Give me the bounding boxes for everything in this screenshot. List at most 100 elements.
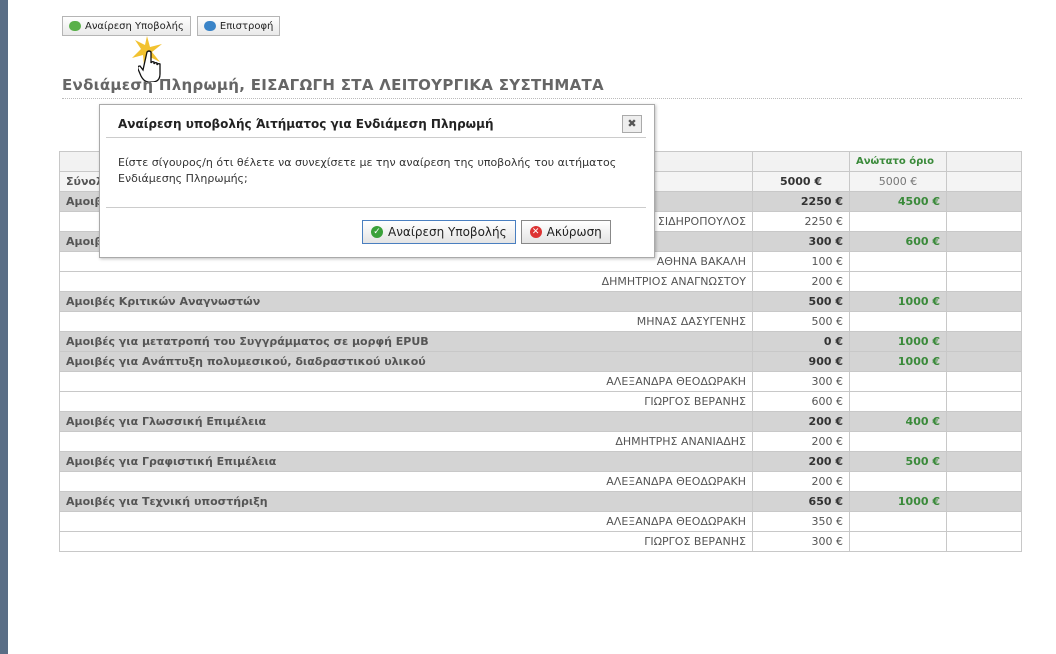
amount-cell: 2250 € (752, 191, 850, 212)
category-row: Αμοιβές Κριτικών Αναγνωστών 500 €1000 € (59, 291, 1022, 312)
amount-cell: 600 € (752, 391, 850, 412)
empty-cell (946, 471, 1022, 492)
person-name: ΑΛΕΞΑΝΔΡΑ ΘΕΟΔΩΡΑΚΗ (59, 511, 753, 532)
empty-cell (946, 391, 1022, 412)
empty-cell (946, 411, 1022, 432)
check-icon: ✓ (371, 226, 383, 238)
empty-cell (946, 431, 1022, 452)
limit-cell: 1000 € (849, 351, 947, 372)
amount-cell: 650 € (752, 491, 850, 512)
empty-cell (946, 211, 1022, 232)
category-label: Αμοιβές για Ανάπτυξη πολυμεσικού, διαδρα… (59, 351, 753, 372)
person-row: ΔΗΜΗΤΡΗΣ ΑΝΑΝΙΑΔΗΣ 200 € (59, 431, 1022, 452)
amount-cell: 900 € (752, 351, 850, 372)
confirm-withdraw-label: Αναίρεση Υποβολής (388, 225, 507, 239)
category-label: Αμοιβές για Τεχνική υποστήριξη (59, 491, 753, 512)
category-row: Αμοιβές για Γραφιστική Επιμέλεια 200 €500… (59, 451, 1022, 472)
person-row: ΔΗΜΗΤΡΙΟΣ ΑΝΑΓΝΩΣΤΟΥ 200 € (59, 271, 1022, 292)
person-name: ΔΗΜΗΤΡΙΟΣ ΑΝΑΓΝΩΣΤΟΥ (59, 271, 753, 292)
cancel-label: Ακύρωση (546, 225, 602, 239)
left-edge-bar (0, 0, 8, 654)
limit-cell (849, 531, 947, 552)
withdraw-submission-label: Αναίρεση Υποβολής (85, 20, 184, 32)
confirm-withdraw-button[interactable]: ✓ Αναίρεση Υποβολής (362, 220, 516, 244)
person-row: ΑΛΕΞΑΝΔΡΑ ΘΕΟΔΩΡΑΚΗ 300 € (59, 371, 1022, 392)
limit-cell (849, 211, 947, 232)
category-label: Αμοιβές Κριτικών Αναγνωστών (59, 291, 753, 312)
limit-cell: 400 € (849, 411, 947, 432)
total-limit: 5000 € (849, 171, 947, 192)
amount-cell: 200 € (752, 271, 850, 292)
person-row: ΑΛΕΞΑΝΔΡΑ ΘΕΟΔΩΡΑΚΗ 350 € (59, 511, 1022, 532)
limit-cell: 600 € (849, 231, 947, 252)
amount-cell: 200 € (752, 411, 850, 432)
amount-cell: 200 € (752, 451, 850, 472)
amount-cell: 500 € (752, 291, 850, 312)
empty-cell (946, 271, 1022, 292)
amount-cell: 2250 € (752, 211, 850, 232)
category-row: Αμοιβές για Τεχνική υποστήριξη 650 €1000 … (59, 491, 1022, 512)
limit-cell: 1000 € (849, 331, 947, 352)
category-label: Αμοιβές για Γραφιστική Επιμέλεια (59, 451, 753, 472)
category-row: Αμοιβές για Ανάπτυξη πολυμεσικού, διαδρα… (59, 351, 1022, 372)
person-row: ΓΙΩΡΓΟΣ ΒΕΡΑΝΗΣ 600 € (59, 391, 1022, 412)
limit-cell: 4500 € (849, 191, 947, 212)
limit-cell (849, 471, 947, 492)
empty-cell (946, 531, 1022, 552)
cancel-icon: ✕ (529, 226, 542, 238)
person-name: ΜΗΝΑΣ ΔΑΣΥΓΕΝΗΣ (59, 311, 753, 332)
limit-cell: 1000 € (849, 491, 947, 512)
limit-cell (849, 511, 947, 532)
category-row: Αμοιβές για μετατροπή του Συγγράμματος σ… (59, 331, 1022, 352)
amount-cell: 350 € (752, 511, 850, 532)
empty-cell (946, 351, 1022, 372)
empty-cell (946, 311, 1022, 332)
person-name: ΑΛΕΞΑΝΔΡΑ ΘΕΟΔΩΡΑΚΗ (59, 471, 753, 492)
person-row: ΜΗΝΑΣ ΔΑΣΥΓΕΝΗΣ 500 € (59, 311, 1022, 332)
amount-cell: 300 € (752, 531, 850, 552)
person-name: ΔΗΜΗΤΡΗΣ ΑΝΑΝΙΑΔΗΣ (59, 431, 753, 452)
withdraw-submission-button[interactable]: Αναίρεση Υποβολής (62, 16, 191, 36)
amount-cell: 300 € (752, 231, 850, 252)
back-button[interactable]: Επιστροφή (196, 16, 281, 36)
empty-cell (946, 231, 1022, 252)
person-name: ΓΙΩΡΓΟΣ ΒΕΡΑΝΗΣ (59, 391, 753, 412)
dialog-buttons: ✓ Αναίρεση Υποβολής ✕ Ακύρωση (362, 220, 611, 244)
limit-cell: 1000 € (849, 291, 947, 312)
amount-cell: 200 € (752, 431, 850, 452)
empty-cell (946, 291, 1022, 312)
undo-arrow-icon (69, 21, 81, 31)
person-row: ΑΛΕΞΑΝΔΡΑ ΘΕΟΔΩΡΑΚΗ 200 € (59, 471, 1022, 492)
category-row: Αμοιβές για Γλωσσική Επιμέλεια 200 €400 € (59, 411, 1022, 432)
amount-cell: 100 € (752, 251, 850, 272)
confirm-dialog: Αναίρεση υποβολής Άιτήματος για Ενδιάμεσ… (99, 104, 655, 258)
dialog-title: Αναίρεση υποβολής Άιτήματος για Ενδιάμεσ… (118, 117, 494, 131)
limit-cell (849, 251, 947, 272)
cancel-button[interactable]: ✕ Ακύρωση (520, 220, 611, 244)
header-limit: Ανώτατο όριο (849, 151, 947, 172)
person-name: ΑΛΕΞΑΝΔΡΑ ΘΕΟΔΩΡΑΚΗ (59, 371, 753, 392)
empty-cell (946, 191, 1022, 212)
close-icon[interactable]: ✖ (622, 115, 642, 133)
page-title: Ενδιάμεση Πληρωμή, ΕΙΣΑΓΩΓΗ ΣΤΑ ΛΕΙΤΟΥΡΓ… (62, 76, 604, 94)
category-label: Αμοιβές για μετατροπή του Συγγράμματος σ… (59, 331, 753, 352)
amount-cell: 300 € (752, 371, 850, 392)
empty-cell (946, 331, 1022, 352)
limit-cell (849, 431, 947, 452)
limit-cell (849, 371, 947, 392)
dialog-message: Είστε σίγουρος/η ότι θέλετε να συνεχίσετ… (118, 156, 617, 185)
limit-cell (849, 391, 947, 412)
dialog-divider (106, 207, 646, 208)
limit-cell (849, 311, 947, 332)
amount-cell: 500 € (752, 311, 850, 332)
total-amount: 5000 € (752, 171, 850, 192)
dialog-header: Αναίρεση υποβολής Άιτήματος για Ενδιάμεσ… (106, 109, 646, 138)
toolbar: Αναίρεση Υποβολής Επιστροφή (62, 16, 281, 36)
limit-cell (849, 271, 947, 292)
amount-cell: 200 € (752, 471, 850, 492)
amount-cell: 0 € (752, 331, 850, 352)
category-label: Αμοιβές για Γλωσσική Επιμέλεια (59, 411, 753, 432)
limit-cell: 500 € (849, 451, 947, 472)
back-arrow-icon (203, 21, 216, 31)
empty-cell (946, 451, 1022, 472)
